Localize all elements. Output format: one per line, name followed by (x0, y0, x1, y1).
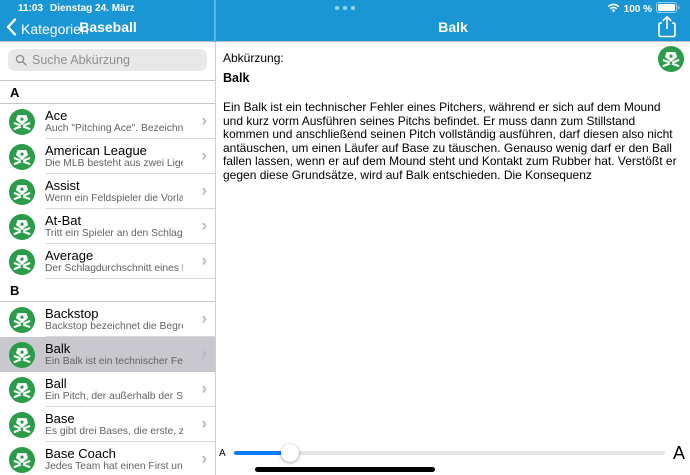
font-size-slider-row: A A (219, 442, 685, 464)
term-heading: Balk (223, 71, 249, 85)
font-size-slider[interactable] (234, 451, 665, 455)
baseball-badge-icon (9, 144, 35, 170)
list-item-texts: Base CoachJedes Team hat einen First und… (45, 446, 183, 473)
list-item-at-bat[interactable]: At-BatTritt ein Spieler an den Schlag un… (0, 209, 215, 244)
status-time: 11:03 (18, 3, 43, 14)
list-item-texts: AceAuch "Pitching Ace". Bezeichnet den b… (45, 108, 183, 135)
chevron-right-icon: › (201, 110, 207, 130)
list-item-texts: BaseEs gibt drei Bases, die erste, zweit… (45, 411, 183, 438)
nav-bar: Kategorien Baseball Balk (0, 16, 690, 42)
chevron-right-icon: › (201, 215, 207, 235)
status-date: Dienstag 24. März (50, 3, 134, 14)
list-item-title: American League (45, 143, 183, 158)
list-item-subtitle: Tritt ein Spieler an den Schlag und brin… (45, 228, 183, 240)
list-item-subtitle: Ein Pitch, der außerhalb der Strikezone … (45, 391, 183, 403)
list-item-assist[interactable]: AssistWenn ein Feldspieler die Vorlage d… (0, 174, 215, 209)
chevron-right-icon: › (201, 413, 207, 433)
sidebar: Suche Abkürzung A AceAuch "Pitching Ace".… (0, 42, 216, 475)
master-title: Baseball (0, 19, 216, 35)
share-button[interactable] (656, 15, 678, 39)
list-item-title: Base Coach (45, 446, 183, 461)
section-header-a: A (0, 81, 215, 104)
chevron-right-icon: › (201, 448, 207, 468)
multitask-dots-icon[interactable] (335, 6, 355, 10)
list-item-title: Balk (45, 341, 183, 356)
list-item-title: At-Bat (45, 213, 183, 228)
term-list: A AceAuch "Pitching Ace". Bezeichnet den … (0, 81, 215, 475)
baseball-badge-icon (9, 109, 35, 135)
baseball-badge-icon (9, 214, 35, 240)
split-view: Suche Abkürzung A AceAuch "Pitching Ace".… (0, 42, 690, 475)
baseball-badge-icon (9, 412, 35, 438)
list-item-title: Assist (45, 178, 183, 193)
battery-icon (656, 2, 680, 16)
search-icon (15, 54, 27, 66)
app-screen: 11:03 Dienstag 24. März 100 % Kategorien (0, 0, 690, 475)
list-item-subtitle: Ein Balk ist ein technischer Fehler eine… (45, 356, 183, 368)
baseball-badge-icon (9, 377, 35, 403)
baseball-badge-icon (9, 179, 35, 205)
chevron-right-icon: › (201, 250, 207, 270)
nav-pane-divider (214, 0, 216, 42)
list-item-ace[interactable]: AceAuch "Pitching Ace". Bezeichnet den b… (0, 104, 215, 139)
list-item-american-league[interactable]: American LeagueDie MLB besteht aus zwei … (0, 139, 215, 174)
list-item-ball[interactable]: BallEin Pitch, der außerhalb der Strikez… (0, 372, 215, 407)
list-item-subtitle: Die MLB besteht aus zwei Ligen, der Amer… (45, 158, 183, 170)
list-item-title: Average (45, 248, 183, 263)
status-left: 11:03 Dienstag 24. März (18, 3, 135, 14)
font-small-label: A (219, 448, 226, 459)
home-indicator[interactable] (255, 467, 435, 472)
chevron-right-icon: › (201, 343, 207, 363)
detail-pane: Abkürzung: Balk Ein Balk ist ein technis… (216, 42, 690, 475)
chevron-right-icon: › (201, 180, 207, 200)
status-right: 100 % (607, 2, 680, 16)
list-item-base-coach[interactable]: Base CoachJedes Team hat einen First und… (0, 442, 215, 475)
battery-percent: 100 % (624, 4, 652, 15)
chevron-right-icon: › (201, 308, 207, 328)
list-item-title: Backstop (45, 306, 183, 321)
chevron-right-icon: › (201, 378, 207, 398)
list-item-balk[interactable]: BalkEin Balk ist ein technischer Fehler … (0, 337, 215, 372)
list-item-base[interactable]: BaseEs gibt drei Bases, die erste, zweit… (0, 407, 215, 442)
font-large-label: A (673, 443, 685, 464)
baseball-badge-icon (9, 342, 35, 368)
list-item-texts: BalkEin Balk ist ein technischer Fehler … (45, 341, 183, 368)
status-bar: 11:03 Dienstag 24. März 100 % (0, 2, 690, 16)
list-item-subtitle: Der Schlagdurchschnitt eines Batters. Er… (45, 263, 183, 275)
list-item-average[interactable]: AverageDer Schlagdurchschnitt eines Batt… (0, 244, 215, 279)
list-item-title: Base (45, 411, 183, 426)
app-badge-icon (658, 46, 684, 72)
list-item-texts: AverageDer Schlagdurchschnitt eines Batt… (45, 248, 183, 275)
term-definition: Ein Balk ist ein technischer Fehler eine… (223, 101, 679, 182)
list-item-title: Ball (45, 376, 183, 391)
search-placeholder: Suche Abkürzung (32, 53, 130, 67)
list-item-subtitle: Auch "Pitching Ace". Bezeichnet den best… (45, 123, 183, 135)
abbreviation-label: Abkürzung: (223, 51, 284, 65)
wifi-icon (607, 3, 620, 16)
baseball-badge-icon (9, 249, 35, 275)
list-item-texts: At-BatTritt ein Spieler an den Schlag un… (45, 213, 183, 240)
slider-thumb[interactable] (281, 444, 299, 462)
baseball-badge-icon (9, 307, 35, 333)
section-header-b: B (0, 279, 215, 302)
baseball-badge-icon (9, 447, 35, 473)
search-bar-container: Suche Abkürzung (0, 42, 215, 81)
list-item-texts: AssistWenn ein Feldspieler die Vorlage d… (45, 178, 183, 205)
list-item-subtitle: Backstop bezeichnet die Begrenzung eines… (45, 321, 183, 333)
list-item-subtitle: Jedes Team hat einen First und einen Thi… (45, 461, 183, 473)
list-item-texts: BallEin Pitch, der außerhalb der Strikez… (45, 376, 183, 403)
list-item-subtitle: Es gibt drei Bases, die erste, zweite un… (45, 426, 183, 438)
list-item-subtitle: Wenn ein Feldspieler die Vorlage dazu li… (45, 193, 183, 205)
search-input[interactable]: Suche Abkürzung (8, 49, 207, 71)
list-item-texts: BackstopBackstop bezeichnet die Begrenzu… (45, 306, 183, 333)
detail-title: Balk (216, 19, 690, 35)
chevron-right-icon: › (201, 145, 207, 165)
list-item-title: Ace (45, 108, 183, 123)
list-item-texts: American LeagueDie MLB besteht aus zwei … (45, 143, 183, 170)
list-item-backstop[interactable]: BackstopBackstop bezeichnet die Begrenzu… (0, 302, 215, 337)
top-bar: 11:03 Dienstag 24. März 100 % Kategorien (0, 0, 690, 42)
